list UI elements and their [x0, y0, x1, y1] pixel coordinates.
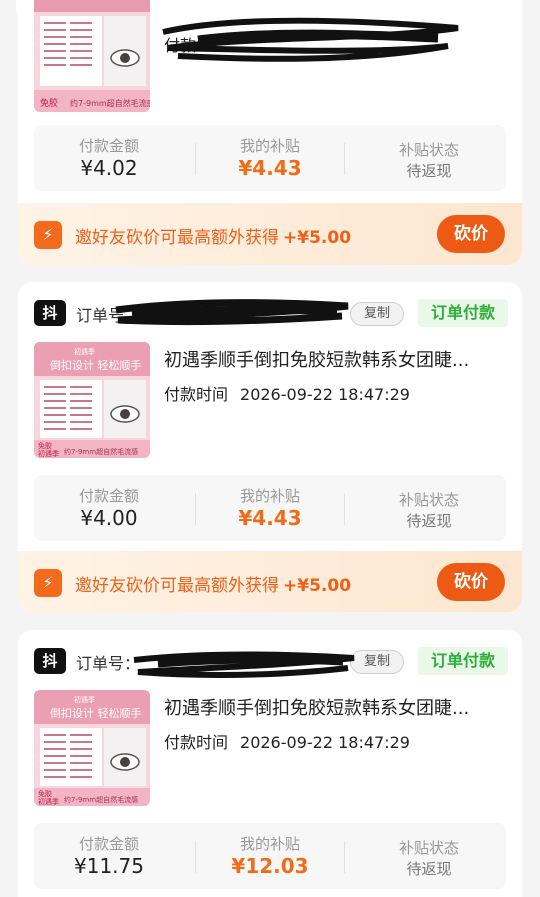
subsidy-status-value: 待返现 [406, 860, 452, 878]
bargain-button[interactable]: 砍价 [437, 563, 505, 601]
subsidy-label: 我的补贴 [239, 835, 300, 853]
subsidy-status-stat: 补贴状态 待返现 [354, 475, 504, 541]
pay-amount-label: 付款金额 [78, 835, 139, 853]
pay-time: 付款时间 2026-09-22 18:47:29 [164, 381, 410, 405]
bargain-amount: +¥5.00 [283, 228, 352, 248]
order-number-label: 订单号 [76, 306, 125, 325]
copy-button[interactable]: 复制 [350, 302, 404, 326]
order-card: 免胶 约7-9mm超自然毛流感 付款 付款金额 ¥4.02 我的补贴 ¥4.43… [18, 0, 522, 265]
pay-amount-label: 付款金额 [78, 487, 139, 505]
subsidy-status-label: 补贴状态 [398, 839, 459, 857]
order-card: 抖 订单号： 复制 订单付款 初遇季 倒扣设计 轻松顺手 免胶 初遇季 约7-9… [18, 630, 522, 897]
order-card: 抖 订单号 复制 订单付款 初遇季 倒扣设计 轻松顺手 免胶 初遇季 约7-9m… [18, 282, 522, 612]
subsidy-value: ¥12.03 [231, 854, 309, 878]
pay-time: 付款时间 2026-09-22 18:47:29 [164, 729, 410, 753]
order-number-label: 订单号： [76, 654, 141, 673]
bargain-amount: +¥5.00 [283, 576, 352, 596]
bargain-text: 邀好友砍价可最高额外获得 +¥5.00 [75, 576, 352, 596]
thumb-headline: 倒扣设计 轻松顺手 [50, 358, 142, 372]
copy-button[interactable]: 复制 [350, 650, 404, 674]
product-thumbnail[interactable]: 初遇季 倒扣设计 轻松顺手 免胶 初遇季 约7-9mm超自然毛流感 [34, 690, 150, 806]
pay-amount-label: 付款金额 [78, 137, 139, 155]
order-list-page: 免胶 约7-9mm超自然毛流感 付款 付款金额 ¥4.02 我的补贴 ¥4.43… [0, 0, 540, 897]
subsidy-value: ¥4.43 [238, 156, 302, 180]
pay-time-label: 付款时间 [164, 385, 229, 404]
subsidy-stat: 我的补贴 ¥4.43 [195, 475, 345, 541]
pay-time-value: 2026-09-22 18:47:29 [240, 385, 410, 404]
bargain-text: 邀好友砍价可最高额外获得 +¥5.00 [75, 228, 352, 248]
douyin-icon: 抖 [34, 300, 66, 326]
product-title[interactable]: 初遇季顺手倒扣免胶短款韩系女团睫... [164, 694, 504, 720]
divider [344, 143, 345, 175]
thumb-tag: 免胶 [40, 97, 58, 109]
amount-summary: 付款金额 ¥4.02 我的补贴 ¥4.43 补贴状态 待返现 [34, 125, 506, 191]
thumb-brand: 初遇季 [74, 695, 95, 704]
amount-summary: 付款金额 ¥4.00 我的补贴 ¥4.43 补贴状态 待返现 [34, 475, 506, 541]
subsidy-status-value: 待返现 [406, 162, 452, 180]
lightning-icon: ⚡ [34, 569, 62, 597]
divider [344, 841, 345, 873]
order-status-badge: 订单付款 [418, 299, 508, 327]
thumb-tag: 免胶 [38, 441, 52, 450]
douyin-icon: 抖 [34, 648, 66, 674]
order-header: 抖 订单号： 复制 订单付款 [18, 630, 522, 682]
subsidy-stat: 我的补贴 ¥12.03 [195, 823, 345, 889]
pay-time-value: 2026-09-22 18:47:29 [240, 733, 410, 752]
thumb-length-text: 约7-9mm超自然毛流感 [64, 447, 138, 456]
subsidy-label: 我的补贴 [239, 137, 300, 155]
bargain-button[interactable]: 砍价 [437, 215, 505, 253]
pay-amount-stat: 付款金额 ¥4.02 [34, 125, 184, 191]
lightning-icon: ⚡ [34, 221, 62, 249]
product-thumbnail[interactable]: 初遇季 倒扣设计 轻松顺手 免胶 初遇季 约7-9mm超自然毛流感 [34, 342, 150, 458]
pay-amount-value: ¥11.75 [74, 854, 144, 878]
subsidy-value: ¥4.43 [238, 506, 302, 530]
subsidy-status-label: 补贴状态 [398, 491, 459, 509]
pay-amount-stat: 付款金额 ¥11.75 [34, 823, 184, 889]
pay-amount-value: ¥4.00 [80, 506, 138, 530]
order-header: 抖 订单号 复制 订单付款 [18, 282, 522, 334]
product-thumbnail[interactable]: 免胶 约7-9mm超自然毛流感 [34, 0, 150, 112]
subsidy-label: 我的补贴 [239, 487, 300, 505]
pay-amount-value: ¥4.02 [80, 156, 138, 180]
amount-summary: 付款金额 ¥11.75 我的补贴 ¥12.03 补贴状态 待返现 [34, 823, 506, 889]
bargain-banner: ⚡ 邀好友砍价可最高额外获得 +¥5.00 砍价 [18, 551, 522, 612]
divider [344, 493, 345, 525]
redaction-scribble [162, 17, 459, 62]
thumb-tag: 免胶 [38, 789, 52, 798]
pay-time: 付款 [164, 32, 196, 56]
subsidy-stat: 我的补贴 ¥4.43 [195, 125, 345, 191]
thumb-length-text: 约7-9mm超自然毛流感 [64, 795, 138, 804]
thumb-length-text: 约7-9mm超自然毛流感 [70, 98, 150, 108]
pay-time-label: 付款 [164, 36, 197, 55]
subsidy-status-label: 补贴状态 [398, 141, 459, 159]
subsidy-status-stat: 补贴状态 待返现 [354, 823, 504, 889]
thumb-headline: 倒扣设计 轻松顺手 [50, 706, 142, 720]
thumb-brand: 初遇季 [74, 347, 95, 356]
order-status-badge: 订单付款 [418, 647, 508, 675]
bargain-banner: ⚡ 邀好友砍价可最高额外获得 +¥5.00 砍价 [18, 203, 522, 265]
thumb-tag2: 初遇季 [38, 449, 59, 458]
pay-amount-stat: 付款金额 ¥4.00 [34, 475, 184, 541]
subsidy-status-stat: 补贴状态 待返现 [354, 125, 504, 191]
subsidy-status-value: 待返现 [406, 512, 452, 530]
pay-time-label: 付款时间 [164, 733, 229, 752]
product-title[interactable]: 初遇季顺手倒扣免胶短款韩系女团睫... [164, 346, 504, 372]
thumb-tag2: 初遇季 [38, 797, 59, 806]
